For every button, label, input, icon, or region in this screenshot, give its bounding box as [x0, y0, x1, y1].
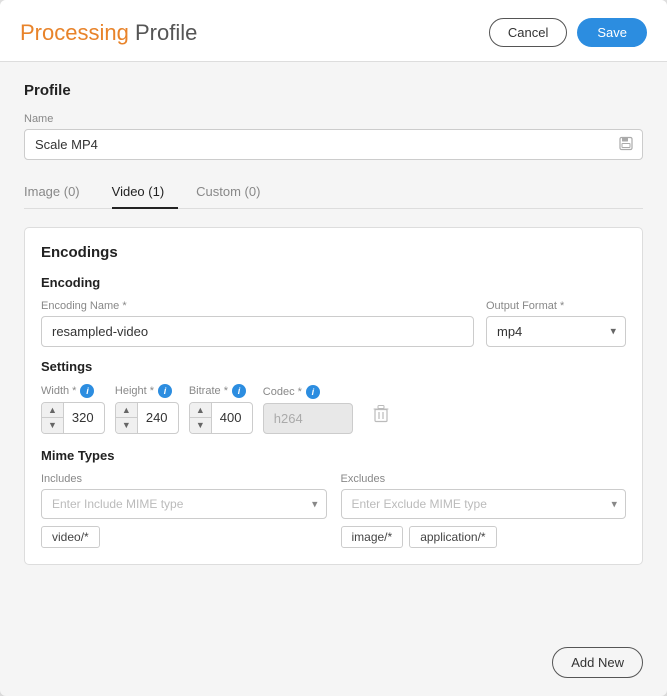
height-decrement-button[interactable]: ▼: [116, 418, 137, 433]
excludes-tag-application: application/*: [409, 526, 496, 548]
settings-title: Settings: [41, 359, 626, 374]
encoding-subsection-title: Encoding: [41, 275, 626, 290]
encodings-title: Encodings: [41, 244, 626, 261]
excludes-field: Excludes ▾ image/* application/*: [341, 473, 627, 548]
excludes-dropdown: ▾: [341, 489, 627, 519]
profile-section-title: Profile: [24, 82, 643, 99]
bitrate-label-row: Bitrate * i: [189, 384, 253, 398]
excludes-label: Excludes: [341, 473, 627, 485]
encoding-name-row: Encoding Name * Output Format * mp4 webm…: [41, 300, 626, 347]
width-label: Width *: [41, 385, 76, 397]
width-info-icon[interactable]: i: [80, 384, 94, 398]
modal-footer: Add New: [0, 635, 667, 696]
page-title: Processing Profile: [20, 20, 197, 46]
header-actions: Cancel Save: [489, 18, 647, 47]
height-info-icon[interactable]: i: [158, 384, 172, 398]
mime-types-section: Mime Types Includes ▾ video/*: [41, 448, 626, 548]
height-label: Height *: [115, 385, 154, 397]
tab-image[interactable]: Image (0): [24, 176, 94, 209]
bitrate-spinner: ▲ ▼ 400: [189, 402, 253, 435]
modal-header: Processing Profile Cancel Save: [0, 0, 667, 62]
bitrate-spinner-buttons: ▲ ▼: [190, 403, 212, 434]
bitrate-info-icon[interactable]: i: [232, 384, 246, 398]
height-spinner-buttons: ▲ ▼: [116, 403, 138, 434]
output-format-label: Output Format *: [486, 300, 626, 312]
includes-field: Includes ▾ video/*: [41, 473, 327, 548]
height-field: Height * i ▲ ▼ 240: [115, 384, 179, 435]
includes-label: Includes: [41, 473, 327, 485]
save-button[interactable]: Save: [577, 18, 647, 47]
width-value: 320: [64, 404, 104, 431]
width-increment-button[interactable]: ▲: [42, 403, 63, 419]
cancel-button[interactable]: Cancel: [489, 18, 567, 47]
name-input[interactable]: [24, 129, 643, 160]
tabs-bar: Image (0) Video (1) Custom (0): [24, 176, 643, 209]
codec-value: h264: [263, 403, 353, 434]
title-word1: Processing: [20, 20, 129, 45]
includes-input[interactable]: [41, 489, 327, 519]
save-field-icon: [619, 136, 633, 153]
codec-field: Codec * i h264: [263, 385, 353, 434]
width-decrement-button[interactable]: ▼: [42, 418, 63, 433]
includes-dropdown: ▾: [41, 489, 327, 519]
width-field: Width * i ▲ ▼ 320: [41, 384, 105, 435]
encoding-name-input[interactable]: [41, 316, 474, 347]
bitrate-field: Bitrate * i ▲ ▼ 400: [189, 384, 253, 435]
height-increment-button[interactable]: ▲: [116, 403, 137, 419]
name-label: Name: [24, 113, 643, 125]
excludes-tag-image: image/*: [341, 526, 404, 548]
name-field-wrapper: [24, 129, 643, 160]
width-spinner-buttons: ▲ ▼: [42, 403, 64, 434]
mime-row: Includes ▾ video/* Excludes: [41, 473, 626, 548]
includes-tag-video: video/*: [41, 526, 100, 548]
tab-custom[interactable]: Custom (0): [196, 176, 274, 209]
codec-info-icon[interactable]: i: [306, 385, 320, 399]
tab-video[interactable]: Video (1): [112, 176, 179, 209]
bitrate-label: Bitrate *: [189, 385, 228, 397]
width-label-row: Width * i: [41, 384, 105, 398]
includes-tags: video/*: [41, 526, 327, 548]
bitrate-increment-button[interactable]: ▲: [190, 403, 211, 419]
encoding-name-field: Encoding Name *: [41, 300, 474, 347]
settings-row: Width * i ▲ ▼ 320 Height *: [41, 384, 626, 435]
bitrate-value: 400: [212, 404, 252, 431]
delete-encoding-button[interactable]: [367, 401, 395, 432]
title-word2: Profile: [135, 20, 197, 45]
modal-body: Profile Name Image (0) Video (1): [0, 62, 667, 635]
width-spinner: ▲ ▼ 320: [41, 402, 105, 435]
output-format-select[interactable]: mp4 webm ogg: [486, 316, 626, 347]
height-label-row: Height * i: [115, 384, 179, 398]
excludes-tags: image/* application/*: [341, 526, 627, 548]
mime-types-title: Mime Types: [41, 448, 626, 463]
height-spinner: ▲ ▼ 240: [115, 402, 179, 435]
height-value: 240: [138, 404, 178, 431]
add-new-button[interactable]: Add New: [552, 647, 643, 678]
output-format-field: Output Format * mp4 webm ogg ▾: [486, 300, 626, 347]
processing-profile-modal: Processing Profile Cancel Save Profile N…: [0, 0, 667, 696]
profile-section: Profile Name: [24, 82, 643, 160]
bitrate-decrement-button[interactable]: ▼: [190, 418, 211, 433]
excludes-input[interactable]: [341, 489, 627, 519]
encoding-name-label: Encoding Name *: [41, 300, 474, 312]
codec-label-row: Codec * i: [263, 385, 353, 399]
codec-label: Codec *: [263, 386, 302, 398]
encodings-section: Encodings Encoding Encoding Name * Outpu…: [24, 227, 643, 566]
output-format-select-wrapper: mp4 webm ogg ▾: [486, 316, 626, 347]
